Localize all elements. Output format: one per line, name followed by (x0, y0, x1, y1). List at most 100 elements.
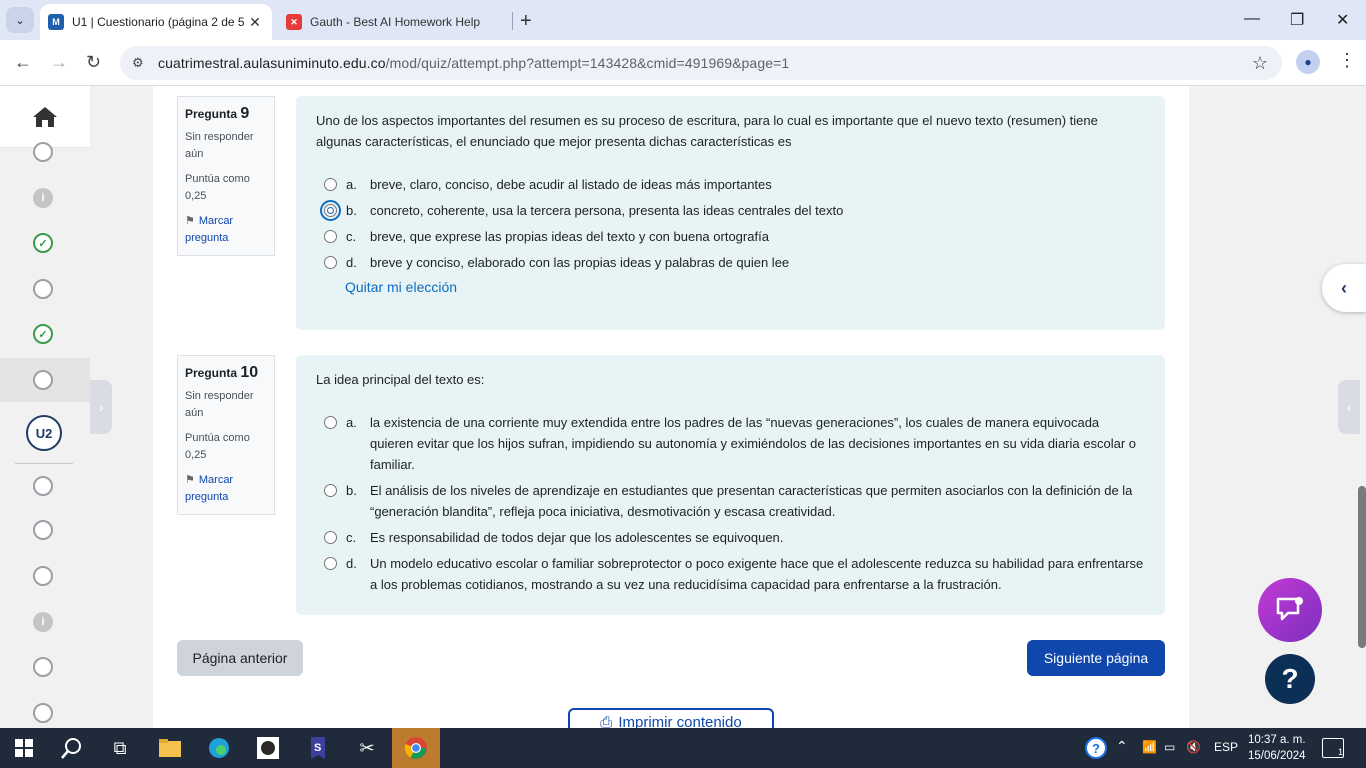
info-icon[interactable]: i (33, 188, 53, 208)
answer-option-d[interactable]: d. Un modelo educativo escolar o familia… (316, 553, 1145, 595)
question-info-10: Pregunta 10 Sin responder aún Puntúa com… (177, 355, 275, 515)
check-icon[interactable]: ✓ (33, 324, 53, 344)
new-tab-button[interactable]: + (520, 10, 532, 33)
tab-quiz[interactable]: M U1 | Cuestionario (página 2 de 5 ✕ (40, 4, 272, 40)
flag-icon: ⚑ (185, 215, 195, 227)
svg-text:?: ? (1092, 741, 1100, 756)
flag-icon: ⚑ (185, 474, 195, 486)
answer-option-c[interactable]: c. breve, que exprese las propias ideas … (316, 226, 1145, 247)
tab-title: U1 | Cuestionario (página 2 de 5 (72, 15, 245, 29)
tab-gauth[interactable]: ✕ Gauth - Best AI Homework Help (278, 4, 508, 40)
radio-button[interactable] (324, 484, 337, 497)
unit-badge[interactable]: U2 (26, 415, 62, 451)
address-bar[interactable]: ⚙ cuatrimestral.aulasuniminuto.edu.co/mo… (120, 46, 1282, 80)
search-icon[interactable] (60, 736, 84, 760)
radio-button[interactable] (324, 557, 337, 570)
language-indicator[interactable]: ESP (1214, 740, 1238, 754)
radio-button[interactable] (324, 416, 337, 429)
radio-button[interactable] (324, 230, 337, 243)
quiz-nav-item[interactable] (33, 279, 53, 299)
s-app-icon[interactable]: S (306, 736, 330, 760)
snipping-tool-icon[interactable]: ✂ (355, 736, 379, 760)
clear-choice-link[interactable]: Quitar mi elección (345, 279, 1145, 295)
page-viewport: i ✓ ✓ U2 i › Pregunta 9 Sin responder aú… (0, 86, 1366, 728)
edge-browser-icon[interactable] (207, 736, 231, 760)
chat-bubble-icon[interactable] (1258, 578, 1322, 642)
info-icon[interactable]: i (33, 612, 53, 632)
question-grade: Puntúa como 0,25 (185, 173, 250, 202)
clock-time: 10:37 a. m. (1248, 734, 1306, 746)
profile-avatar-icon[interactable]: ● (1296, 50, 1320, 74)
browser-tabbar: ⌄ M U1 | Cuestionario (página 2 de 5 ✕ ✕… (0, 0, 1366, 40)
chevron-left-icon[interactable]: ‹ (1338, 380, 1360, 434)
question-info-9: Pregunta 9 Sin responder aún Puntúa como… (177, 96, 275, 256)
quiz-nav-item[interactable] (33, 566, 53, 586)
task-view-icon[interactable]: ⧉ (108, 736, 132, 760)
answer-option-b[interactable]: b. El análisis de los niveles de aprendi… (316, 480, 1145, 522)
chrome-browser-icon[interactable] (404, 736, 428, 760)
answer-option-c[interactable]: c. Es responsabilidad de todos dejar que… (316, 527, 1145, 548)
battery-icon[interactable]: ▭ (1164, 740, 1175, 754)
quiz-nav-item[interactable] (33, 703, 53, 723)
printer-icon: ⎙ (600, 713, 613, 729)
quiz-nav-item[interactable] (33, 520, 53, 540)
close-tab-icon[interactable]: ✕ (246, 14, 264, 31)
back-arrow-icon[interactable]: ← (14, 52, 32, 73)
site-settings-icon[interactable]: ⚙ (132, 55, 152, 71)
minimize-icon[interactable]: — (1244, 10, 1260, 28)
file-explorer-icon[interactable] (158, 736, 182, 760)
radio-button[interactable] (320, 200, 341, 221)
home-icon[interactable] (0, 86, 90, 148)
quiz-nav-item[interactable] (33, 142, 53, 162)
question-content-10: La idea principal del texto es: a. la ex… (296, 355, 1165, 615)
radio-button[interactable] (324, 531, 337, 544)
quiz-navigation-drawer: i ✓ ✓ U2 i (0, 86, 90, 728)
quiz-nav-item[interactable] (33, 476, 53, 496)
divider (15, 463, 73, 464)
quiz-main-content: Pregunta 9 Sin responder aún Puntúa como… (153, 86, 1189, 728)
question-number: Pregunta 9 (185, 105, 250, 122)
check-icon[interactable]: ✓ (33, 233, 53, 253)
flag-question-link[interactable]: ⚑ Marcar pregunta (185, 472, 267, 506)
next-page-button[interactable]: Siguiente página (1027, 640, 1165, 676)
answer-option-d[interactable]: d. breve y conciso, elaborado con las pr… (316, 252, 1145, 273)
help-question-icon[interactable]: ? (1265, 654, 1315, 704)
forward-arrow-icon[interactable]: → (50, 52, 68, 73)
help-tray-icon[interactable]: ? (1084, 736, 1108, 760)
quiz-nav-item[interactable] (33, 657, 53, 677)
answer-option-b[interactable]: b. concreto, coherente, usa la tercera p… (316, 200, 1145, 221)
network-icon[interactable]: 📶 (1142, 740, 1157, 754)
tab-separator (512, 12, 513, 30)
quiz-nav-item[interactable] (33, 370, 53, 390)
restore-icon[interactable]: ❐ (1290, 10, 1304, 30)
radio-button[interactable] (324, 256, 337, 269)
app-avatar-icon[interactable] (256, 736, 280, 760)
browser-menu-icon[interactable]: ⋮ (1338, 50, 1356, 71)
clock-date: 15/06/2024 (1248, 750, 1306, 762)
bookmark-star-icon[interactable]: ☆ (1252, 53, 1268, 74)
flag-question-link[interactable]: ⚑ Marcar pregunta (185, 213, 267, 247)
windows-start-icon[interactable] (12, 736, 36, 760)
radio-button[interactable] (324, 178, 337, 191)
close-window-icon[interactable]: ✕ (1336, 10, 1349, 30)
show-hidden-icons-chevron-icon[interactable]: ⌃ (1116, 738, 1128, 755)
answer-option-a[interactable]: a. breve, claro, conciso, debe acudir al… (316, 174, 1145, 195)
tab-search-chevron-icon[interactable]: ⌄ (6, 7, 34, 33)
question-content-9: Uno de los aspectos importantes del resu… (296, 96, 1165, 330)
question-grade: Puntúa como 0,25 (185, 432, 250, 461)
notification-count: 1 (1337, 747, 1343, 757)
notifications-icon[interactable]: 1 (1322, 738, 1344, 758)
previous-page-button[interactable]: Página anterior (177, 640, 303, 676)
page-scrollbar[interactable] (1358, 486, 1366, 648)
volume-muted-icon[interactable]: 🔇 (1186, 740, 1201, 754)
chevron-left-icon[interactable]: ‹ (1322, 264, 1366, 312)
chevron-right-icon[interactable]: › (90, 380, 112, 434)
answer-option-a[interactable]: a. la existencia de una corriente muy ex… (316, 412, 1145, 475)
question-text: Uno de los aspectos importantes del resu… (316, 113, 1098, 149)
gauth-favicon-icon: ✕ (286, 14, 302, 30)
reload-icon[interactable]: ↻ (86, 52, 101, 73)
windows-taskbar: ⧉ S ✂ ? ⌃ 📶 ▭ 🔇 ESP 10:37 a. m. 15/06/20… (0, 728, 1366, 768)
question-text: La idea principal del texto es: (316, 372, 485, 387)
clock[interactable]: 10:37 a. m. 15/06/2024 (1248, 732, 1306, 764)
print-content-button[interactable]: ⎙ Imprimir contenido (568, 708, 774, 728)
